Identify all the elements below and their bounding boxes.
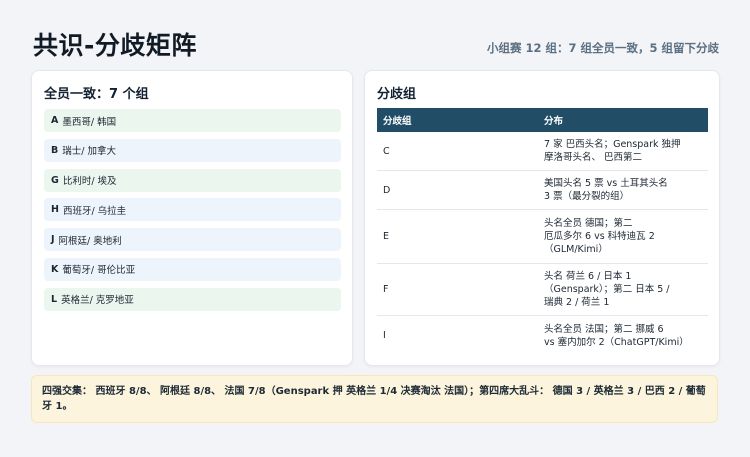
row-group: F xyxy=(383,284,389,295)
group-teams: 瑞士/ 加拿大 xyxy=(62,146,116,158)
consensus-title: 全员一致：7 个组 xyxy=(44,87,149,102)
dist-line: vs 塞内加尔 2（ChatGPT/Kimi） xyxy=(544,336,689,348)
list-item: K 葡萄牙/ 哥伦比亚 xyxy=(44,257,341,281)
group-letter: J xyxy=(51,234,55,246)
list-item: H 西班牙/ 乌拉圭 xyxy=(44,198,341,222)
group-teams: 比利时/ 埃及 xyxy=(62,176,117,188)
list-item: L 英格兰/ 克罗地亚 xyxy=(44,287,341,311)
list-item: B 瑞士/ 加拿大 xyxy=(44,138,341,162)
row-distribution: 头名全员 德国；第二 厄瓜多尔 6 vs 科特迪瓦 2 （GLM/Kimi） xyxy=(544,213,708,260)
row-distribution: 美国头名 5 票 vs 土耳其头名 3 票（最分裂的组） xyxy=(544,173,708,207)
dist-line: 头名全员 法国；第二 挪威 6 xyxy=(544,323,664,335)
page-subtitle: 小组赛 12 组：7 组全员一致，5 组留下分歧 xyxy=(486,41,719,55)
row-group: E xyxy=(383,231,390,242)
group-letter: L xyxy=(51,293,58,305)
dist-line: 头名全员 德国；第二 xyxy=(544,218,633,229)
page-title: 共识-分歧矩阵 xyxy=(33,31,197,60)
dist-line: 头名 荷兰 6 / 日本 1 xyxy=(544,271,632,282)
consensus-card: 全员一致：7 个组 A 墨西哥/ 韩国 B 瑞士/ 加拿大 G 比利时/ 埃及 H 西班… xyxy=(31,70,353,366)
dist-line: 摩洛哥头名、 巴西第二 xyxy=(544,152,643,163)
group-teams: 墨西哥/ 韩国 xyxy=(62,116,117,128)
column-header-distribution: 分布 xyxy=(544,116,564,127)
table-row: F 头名 荷兰 6 / 日本 1 （Genspark）；第二 日本 5 / 瑞典 … xyxy=(377,264,708,316)
row-group: C xyxy=(383,145,390,157)
group-teams: 阿根廷/ 奥地利 xyxy=(58,235,122,247)
group-teams: 西班牙/ 乌拉圭 xyxy=(62,205,127,217)
group-letter: A xyxy=(51,115,59,126)
divergence-card: 分歧组 分歧组 分布 C 7 家 巴西头名；Genspark 独押 摩洛哥头名、… xyxy=(364,70,720,366)
group-letter: G xyxy=(51,174,59,186)
group-letter: K xyxy=(51,263,59,275)
row-group: I xyxy=(383,330,386,341)
list-item: A 墨西哥/ 韩国 xyxy=(44,109,341,132)
dist-line: 7 家 巴西头名；Genspark 独押 xyxy=(544,139,681,150)
final-four-summary: 四强交集： 西班牙 8/8、 阿根廷 8/8、 法国 7/8（Genspark … xyxy=(31,375,718,423)
list-item: G 比利时/ 埃及 xyxy=(44,168,341,192)
group-teams: 英格兰/ 克罗地亚 xyxy=(61,295,134,307)
table-row: I 头名全员 法国；第二 挪威 6 vs 塞内加尔 2（ChatGPT/Kimi） xyxy=(377,316,708,355)
dist-line: （Genspark）；第二 日本 5 / xyxy=(544,284,670,295)
dist-line: 美国头名 5 票 vs 土耳其头名 xyxy=(544,178,668,189)
row-distribution: 头名全员 法国；第二 挪威 6 vs 塞内加尔 2（ChatGPT/Kimi） xyxy=(544,319,708,353)
dist-line: 厄瓜多尔 6 vs 科特迪瓦 2 xyxy=(544,231,655,242)
table-row: D 美国头名 5 票 vs 土耳其头名 3 票（最分裂的组） xyxy=(377,171,708,210)
dist-line: （GLM/Kimi） xyxy=(544,244,608,255)
group-teams: 葡萄牙/ 哥伦比亚 xyxy=(62,265,136,277)
row-distribution: 头名 荷兰 6 / 日本 1 （Genspark）；第二 日本 5 / 瑞典 2 … xyxy=(544,266,708,313)
group-letter: H xyxy=(51,204,59,216)
divergence-table: 分歧组 分布 C 7 家 巴西头名；Genspark 独押 摩洛哥头名、 巴西第… xyxy=(377,108,708,355)
table-row: E 头名全员 德国；第二 厄瓜多尔 6 vs 科特迪瓦 2 （GLM/Kimi） xyxy=(377,210,708,264)
group-letter: B xyxy=(51,144,59,156)
list-item: J 阿根廷/ 奥地利 xyxy=(44,228,341,252)
row-group: D xyxy=(383,184,391,196)
dist-line: 瑞典 2 / 荷兰 1 xyxy=(544,297,610,308)
divergence-title: 分歧组 xyxy=(377,87,417,102)
row-distribution: 7 家 巴西头名；Genspark 独押 摩洛哥头名、 巴西第二 xyxy=(544,134,708,168)
dist-line: 3 票（最分裂的组） xyxy=(544,191,630,202)
column-header-group: 分歧组 xyxy=(383,116,412,127)
table-header: 分歧组 分布 xyxy=(377,108,708,132)
consensus-list: A 墨西哥/ 韩国 B 瑞士/ 加拿大 G 比利时/ 埃及 H 西班牙/ 乌拉圭 J 阿根… xyxy=(44,109,341,318)
table-row: C 7 家 巴西头名；Genspark 独押 摩洛哥头名、 巴西第二 xyxy=(377,132,708,171)
